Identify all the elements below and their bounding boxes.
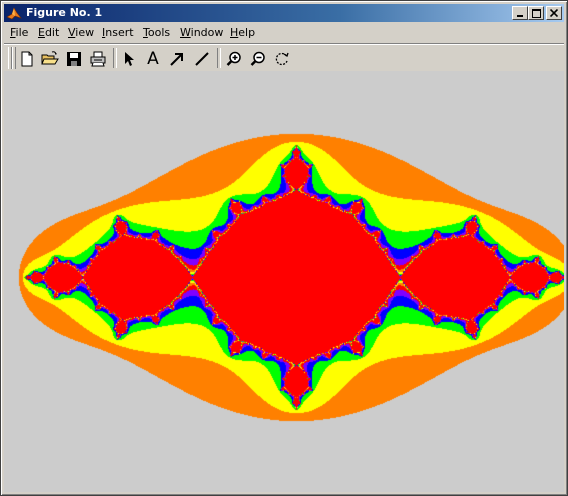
open-folder-icon bbox=[41, 51, 59, 65]
figure-toolbar: A bbox=[4, 45, 564, 71]
window-title: Figure No. 1 bbox=[26, 6, 103, 19]
matlab-logo-icon bbox=[6, 7, 22, 20]
printer-icon bbox=[90, 51, 106, 67]
toolbar-separator-2 bbox=[217, 48, 221, 68]
rotate-3d-button[interactable] bbox=[271, 48, 293, 70]
save-figure-button[interactable] bbox=[63, 48, 85, 70]
close-icon bbox=[550, 9, 558, 17]
zoom-out-button[interactable] bbox=[247, 48, 269, 70]
menu-bar: File Edit View Insert Tools Window Help bbox=[4, 24, 564, 42]
julia-fractal-image bbox=[4, 71, 564, 492]
menu-window[interactable]: Window bbox=[180, 26, 223, 39]
open-file-button[interactable] bbox=[39, 48, 61, 70]
zoom-in-icon bbox=[226, 51, 241, 66]
rotate-icon bbox=[275, 52, 289, 66]
menu-insert[interactable]: Insert bbox=[102, 26, 134, 39]
maximize-button[interactable] bbox=[528, 6, 544, 20]
text-a-icon: A bbox=[147, 49, 159, 69]
print-figure-button[interactable] bbox=[87, 48, 109, 70]
insert-text-button[interactable]: A bbox=[142, 48, 164, 70]
zoom-in-button[interactable] bbox=[223, 48, 245, 70]
title-bar[interactable]: Figure No. 1 bbox=[4, 4, 564, 22]
close-button[interactable] bbox=[546, 6, 562, 20]
figure-canvas[interactable] bbox=[4, 71, 564, 492]
minimize-button[interactable] bbox=[512, 6, 528, 20]
line-icon bbox=[195, 52, 209, 66]
menu-view[interactable]: View bbox=[68, 26, 94, 39]
menu-file[interactable]: File bbox=[10, 26, 28, 39]
arrow-icon bbox=[170, 53, 183, 66]
menu-tools[interactable]: Tools bbox=[143, 26, 170, 39]
maximize-icon bbox=[531, 8, 541, 18]
edit-plot-button[interactable] bbox=[118, 48, 140, 70]
menu-help[interactable]: Help bbox=[230, 26, 255, 39]
figure-window: Figure No. 1 File Edit View Insert Tools… bbox=[0, 0, 568, 496]
insert-arrow-button[interactable] bbox=[166, 48, 188, 70]
toolbar-separator bbox=[113, 48, 117, 68]
new-document-icon bbox=[21, 51, 33, 67]
new-figure-button[interactable] bbox=[16, 48, 38, 70]
save-disk-icon bbox=[67, 52, 81, 66]
menu-edit[interactable]: Edit bbox=[38, 26, 59, 39]
insert-line-button[interactable] bbox=[191, 48, 213, 70]
pointer-arrow-icon bbox=[125, 52, 134, 66]
zoom-out-icon bbox=[250, 51, 265, 66]
minimize-icon bbox=[517, 15, 523, 17]
